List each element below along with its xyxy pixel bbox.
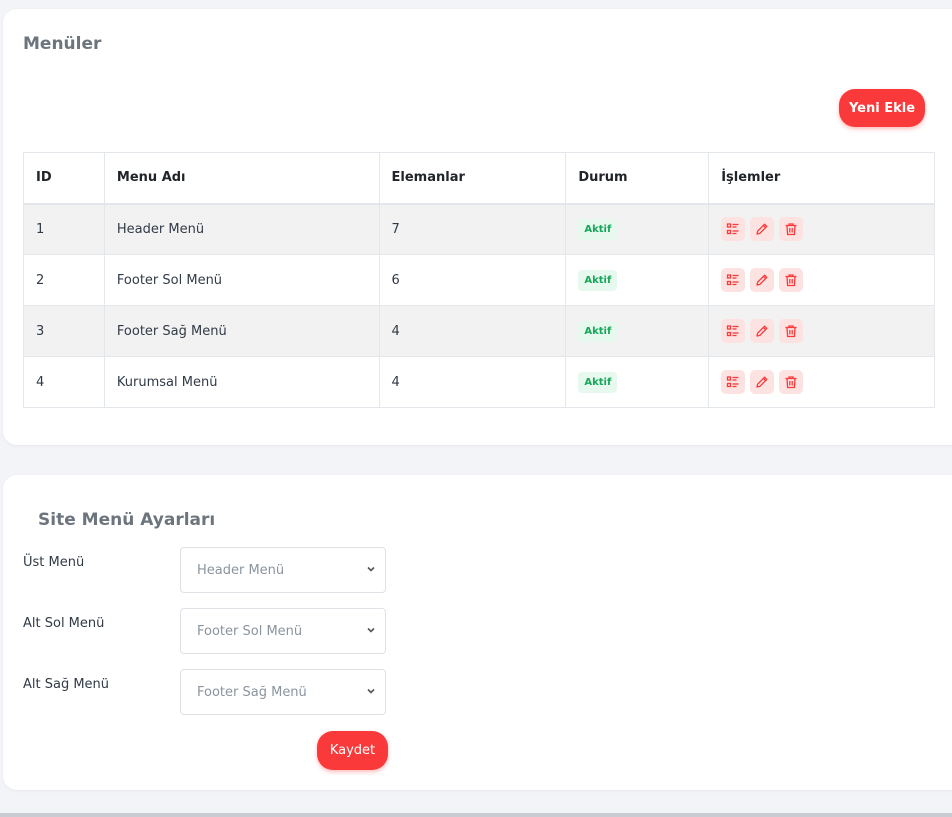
trash-icon <box>785 274 797 287</box>
bottom-right-menu-select[interactable]: Footer Sağ Menü <box>180 669 386 715</box>
bottom-left-menu-select-value: Footer Sol Menü <box>197 623 303 639</box>
table-row: 2 Footer Sol Menü 6 Aktif <box>23 254 935 306</box>
cell-actions <box>708 356 935 408</box>
bottom-left-menu-row: Alt Sol Menü Footer Sol Menü <box>23 608 423 654</box>
cell-actions <box>708 203 935 255</box>
menus-card: Menüler Yeni Ekle ID Menu Adı Elemanlar … <box>3 9 952 445</box>
status-badge: Aktif <box>578 218 618 240</box>
cell-name: Header Menü <box>103 203 380 255</box>
list-items-button[interactable] <box>721 370 746 394</box>
edit-button[interactable] <box>750 217 775 242</box>
top-menu-row: Üst Menü Header Menü <box>23 547 423 593</box>
menu-settings-card: Site Menü Ayarları Üst Menü Header Menü … <box>3 475 952 790</box>
new-menu-button[interactable]: Yeni Ekle <box>839 89 925 127</box>
cell-name: Footer Sağ Menü <box>103 305 380 357</box>
edit-icon <box>756 223 768 235</box>
delete-button[interactable] <box>779 217 804 242</box>
table-row: 1 Header Menü 7 Aktif <box>23 203 935 255</box>
column-header-id: ID <box>23 152 105 205</box>
list-items-button[interactable] <box>721 217 746 242</box>
cell-items: 7 <box>378 203 567 255</box>
bottom-left-menu-label: Alt Sol Menü <box>23 616 105 631</box>
cell-id: 3 <box>23 305 105 357</box>
table-row: 4 Kurumsal Menü 4 Aktif <box>23 356 935 408</box>
menus-table: ID Menu Adı Elemanlar Durum İşlemler 1 H… <box>23 152 935 408</box>
cell-id: 1 <box>23 203 105 255</box>
table-header-row: ID Menu Adı Elemanlar Durum İşlemler <box>23 152 935 205</box>
status-badge: Aktif <box>578 269 618 291</box>
status-badge: Aktif <box>578 320 618 342</box>
cell-items: 4 <box>378 305 567 357</box>
top-menu-label: Üst Menü <box>23 555 85 570</box>
cell-name: Footer Sol Menü <box>103 254 380 306</box>
column-header-status: Durum <box>565 152 710 205</box>
column-header-name: Menu Adı <box>103 152 380 205</box>
chevron-down-icon <box>367 566 375 572</box>
edit-icon <box>756 376 768 388</box>
cell-items: 4 <box>378 356 567 408</box>
table-row: 3 Footer Sağ Menü 4 Aktif <box>23 305 935 357</box>
list-icon <box>727 376 739 388</box>
list-items-button[interactable] <box>721 268 746 292</box>
cell-status: Aktif <box>565 305 710 357</box>
chevron-down-icon <box>367 627 375 633</box>
list-icon <box>727 325 739 337</box>
delete-button[interactable] <box>779 319 804 343</box>
save-button[interactable]: Kaydet <box>317 731 388 770</box>
cell-id: 2 <box>23 254 105 306</box>
edit-button[interactable] <box>750 319 775 343</box>
cell-status: Aktif <box>565 254 710 306</box>
settings-card-title: Site Menü Ayarları <box>38 510 216 530</box>
edit-button[interactable] <box>750 268 775 292</box>
cell-items: 6 <box>378 254 567 306</box>
bottom-right-menu-row: Alt Sağ Menü Footer Sağ Menü <box>23 669 423 715</box>
list-icon <box>727 274 739 286</box>
chevron-down-icon <box>367 688 375 694</box>
column-header-items: Elemanlar <box>378 152 567 205</box>
cell-id: 4 <box>23 356 105 408</box>
trash-icon <box>785 223 797 236</box>
trash-icon <box>785 325 797 338</box>
page-bottom-divider <box>0 813 952 817</box>
cell-actions <box>708 254 935 306</box>
list-icon <box>727 223 739 235</box>
list-items-button[interactable] <box>721 319 746 343</box>
bottom-right-menu-label: Alt Sağ Menü <box>23 677 110 692</box>
top-menu-select-value: Header Menü <box>197 562 285 578</box>
cell-status: Aktif <box>565 356 710 408</box>
column-header-actions: İşlemler <box>708 152 935 205</box>
cell-name: Kurumsal Menü <box>103 356 380 408</box>
delete-button[interactable] <box>779 268 804 292</box>
bottom-right-menu-select-value: Footer Sağ Menü <box>197 684 307 700</box>
top-menu-select[interactable]: Header Menü <box>180 547 386 593</box>
edit-icon <box>756 274 768 286</box>
edit-button[interactable] <box>750 370 775 394</box>
menus-card-title: Menüler <box>23 34 102 54</box>
status-badge: Aktif <box>578 371 618 393</box>
delete-button[interactable] <box>779 370 804 394</box>
cell-actions <box>708 305 935 357</box>
cell-status: Aktif <box>565 203 710 255</box>
trash-icon <box>785 376 797 389</box>
edit-icon <box>756 325 768 337</box>
bottom-left-menu-select[interactable]: Footer Sol Menü <box>180 608 386 654</box>
